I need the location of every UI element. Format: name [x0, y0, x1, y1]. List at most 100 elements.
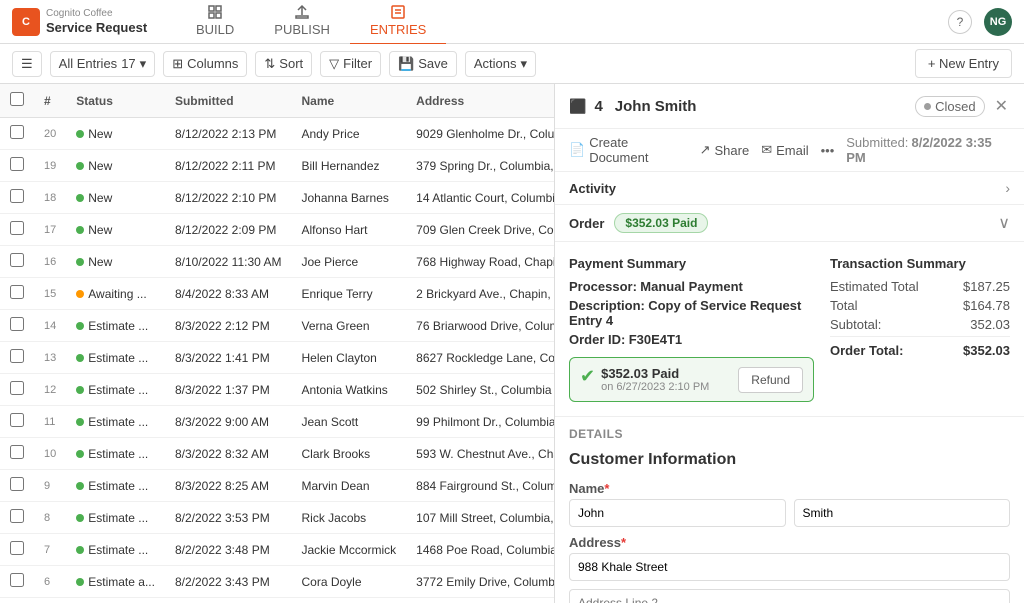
entries-table: # Status Submitted Name Address Pho 20 N…	[0, 84, 554, 603]
row-num: 13	[34, 342, 66, 374]
row-submitted: 8/3/2022 1:41 PM	[165, 342, 292, 374]
table-row[interactable]: 13 Estimate ... 8/3/2022 1:41 PM Helen C…	[0, 342, 554, 374]
new-entry-btn[interactable]: + New Entry	[915, 49, 1012, 78]
row-name: Joe Pierce	[291, 246, 406, 278]
row-num: 6	[34, 566, 66, 598]
address1-input[interactable]	[569, 553, 1010, 581]
table-row[interactable]: 9 Estimate ... 8/3/2022 8:25 AM Marvin D…	[0, 470, 554, 502]
columns-label: Columns	[187, 56, 238, 71]
create-document-link[interactable]: 📄 Create Document	[569, 135, 688, 165]
row-status: Estimate ...	[66, 342, 165, 374]
row-address: 502 Shirley St., Columbia 29211	[406, 374, 554, 406]
row-checkbox[interactable]	[10, 125, 24, 139]
row-checkbox[interactable]	[10, 541, 24, 555]
email-link[interactable]: ✉ Email	[761, 142, 808, 158]
filter-btn[interactable]: ▽ Filter	[320, 51, 381, 77]
nav-tab-publish[interactable]: PUBLISH	[254, 0, 350, 45]
row-checkbox[interactable]	[10, 477, 24, 491]
table-row[interactable]: 19 New 8/12/2022 2:11 PM Bill Hernandez …	[0, 150, 554, 182]
transaction-summary: Transaction Summary Estimated Total $187…	[830, 256, 1010, 402]
activity-section[interactable]: Activity ›	[555, 172, 1024, 205]
share-label: Share	[714, 143, 749, 158]
actions-btn[interactable]: Actions ▾	[465, 51, 536, 77]
table-row[interactable]: 12 Estimate ... 8/3/2022 1:37 PM Antonia…	[0, 374, 554, 406]
row-checkbox[interactable]	[10, 253, 24, 267]
table-row[interactable]: 7 Estimate ... 8/2/2022 3:48 PM Jackie M…	[0, 534, 554, 566]
address2-row	[569, 589, 1010, 603]
row-submitted: 8/2/2022 3:43 PM	[165, 566, 292, 598]
order-badge[interactable]: $352.03 Paid	[614, 213, 708, 233]
columns-btn[interactable]: ⊞ Columns	[163, 51, 247, 77]
table-row[interactable]: 18 New 8/12/2022 2:10 PM Johanna Barnes …	[0, 182, 554, 214]
sort-btn[interactable]: ⇅ Sort	[255, 51, 312, 77]
toolbar: ☰ All Entries 17 ▾ ⊞ Columns ⇅ Sort ▽ Fi…	[0, 44, 1024, 84]
table-row[interactable]: 14 Estimate ... 8/3/2022 2:12 PM Verna G…	[0, 310, 554, 342]
table-row[interactable]: 16 New 8/10/2022 11:30 AM Joe Pierce 768…	[0, 246, 554, 278]
row-num: 11	[34, 406, 66, 438]
paid-amount: $352.03 Paid	[601, 366, 709, 381]
row-checkbox[interactable]	[10, 317, 24, 331]
order-collapse-btn[interactable]: ∨	[998, 213, 1010, 233]
row-checkbox[interactable]	[10, 413, 24, 427]
detail-entry-icon: ⬛	[569, 98, 586, 115]
row-num: 9	[34, 470, 66, 502]
share-link[interactable]: ↗ Share	[700, 142, 750, 158]
row-name: Cora Doyle	[291, 566, 406, 598]
nav-tab-build[interactable]: BUILD	[176, 0, 254, 45]
actions-label: Actions	[474, 56, 517, 71]
more-actions-btn[interactable]: •••	[821, 143, 835, 158]
table-row[interactable]: 8 Estimate ... 8/2/2022 3:53 PM Rick Jac…	[0, 502, 554, 534]
paid-box: ✔ $352.03 Paid on 6/27/2023 2:10 PM Refu…	[569, 357, 814, 402]
table-row[interactable]: 5 Estimate ... 8/2/2022 3:38 PM Cesar Al…	[0, 598, 554, 603]
row-checkbox[interactable]	[10, 381, 24, 395]
payment-summary: Payment Summary Processor: Manual Paymen…	[569, 256, 830, 402]
row-checkbox[interactable]	[10, 445, 24, 459]
address2-input[interactable]	[569, 589, 1010, 603]
table-row[interactable]: 11 Estimate ... 8/3/2022 9:00 AM Jean Sc…	[0, 406, 554, 438]
row-checkbox[interactable]	[10, 509, 24, 523]
payment-transaction-area: Payment Summary Processor: Manual Paymen…	[555, 242, 1024, 417]
select-all-checkbox[interactable]	[10, 92, 24, 106]
row-checkbox[interactable]	[10, 189, 24, 203]
table-row[interactable]: 6 Estimate a... 8/2/2022 3:43 PM Cora Do…	[0, 566, 554, 598]
table-row[interactable]: 15 Awaiting ... 8/4/2022 8:33 AM Enrique…	[0, 278, 554, 310]
row-checkbox[interactable]	[10, 573, 24, 587]
refund-btn[interactable]: Refund	[738, 367, 803, 393]
total-row: Total $164.78	[830, 298, 1010, 313]
row-status: New	[66, 150, 165, 182]
table-row[interactable]: 20 New 8/12/2022 2:13 PM Andy Price 9029…	[0, 118, 554, 150]
row-name: Enrique Terry	[291, 278, 406, 310]
row-submitted: 8/4/2022 8:33 AM	[165, 278, 292, 310]
create-doc-icon: 📄	[569, 142, 585, 158]
row-status: Estimate ...	[66, 310, 165, 342]
activity-chevron: ›	[1005, 180, 1010, 196]
user-avatar[interactable]: NG	[984, 8, 1012, 36]
share-icon: ↗	[700, 142, 711, 158]
email-label: Email	[776, 143, 809, 158]
order-id-row: Order ID: F30E4T1	[569, 332, 814, 347]
row-checkbox[interactable]	[10, 221, 24, 235]
table-row[interactable]: 10 Estimate ... 8/3/2022 8:32 AM Clark B…	[0, 438, 554, 470]
row-address: 9029 Glenholme Dr., Columbia, South Caro…	[406, 118, 554, 150]
table-row[interactable]: 17 New 8/12/2022 2:09 PM Alfonso Hart 70…	[0, 214, 554, 246]
paid-check-icon: ✔	[580, 366, 595, 387]
collapse-btn[interactable]: ☰	[12, 51, 42, 77]
new-entry-label: + New Entry	[928, 56, 999, 71]
row-checkbox[interactable]	[10, 349, 24, 363]
first-name-input[interactable]	[569, 499, 786, 527]
row-checkbox[interactable]	[10, 157, 24, 171]
row-num: 16	[34, 246, 66, 278]
all-entries-select[interactable]: All Entries 17 ▾	[50, 51, 156, 77]
row-status: New	[66, 214, 165, 246]
help-icon[interactable]: ?	[948, 10, 972, 34]
row-checkbox[interactable]	[10, 285, 24, 299]
detail-entry-num: 4	[594, 98, 602, 115]
row-num: 8	[34, 502, 66, 534]
row-submitted: 8/12/2022 2:10 PM	[165, 182, 292, 214]
nav-tab-entries[interactable]: ENTRIES	[350, 0, 446, 45]
description-row: Description: Copy of Service Request Ent…	[569, 298, 814, 328]
close-detail-btn[interactable]: ✕	[993, 94, 1010, 118]
last-name-input[interactable]	[794, 499, 1011, 527]
nav-right: ? NG	[948, 8, 1012, 36]
save-btn[interactable]: 💾 Save	[389, 51, 457, 77]
